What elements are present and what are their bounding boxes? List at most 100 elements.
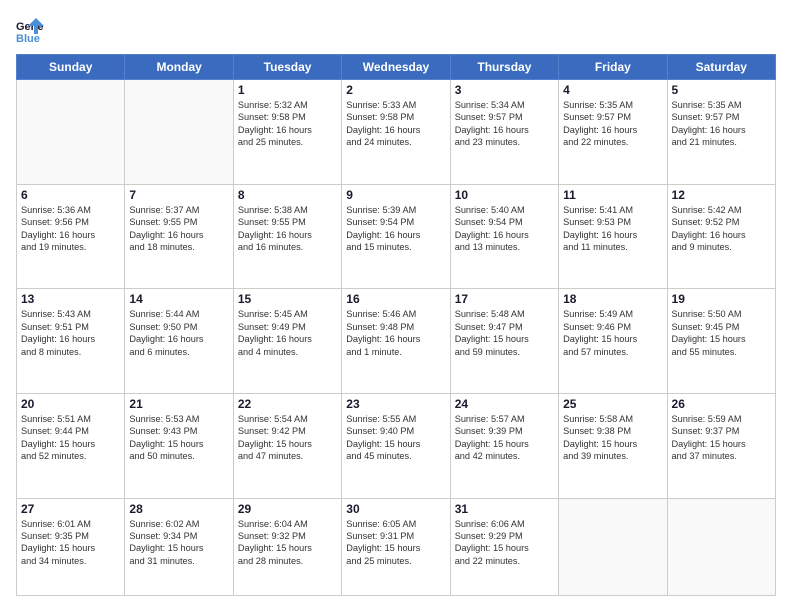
calendar-cell: 23 Sunrise: 5:55 AM Sunset: 9:40 PM Dayli… <box>342 393 450 498</box>
day-number: 13 <box>21 292 120 306</box>
calendar-cell: 19 Sunrise: 5:50 AM Sunset: 9:45 PM Dayli… <box>667 289 775 394</box>
calendar-cell: 25Sunrise: 5:58 AM Sunset: 9:38 PM Dayli… <box>559 393 667 498</box>
calendar-cell: 2 Sunrise: 5:33 AM Sunset: 9:58 PM Daylig… <box>342 80 450 185</box>
calendar-cell <box>667 498 775 595</box>
svg-text:Blue: Blue <box>16 33 40 44</box>
calendar-cell: 4Sunrise: 5:35 AM Sunset: 9:57 PM Daylig… <box>559 80 667 185</box>
calendar-cell: 11 Sunrise: 5:41 AM Sunset: 9:53 PM Dayli… <box>559 184 667 289</box>
cell-text: Sunrise: 6:04 AM Sunset: 9:32 PM Dayligh… <box>238 518 337 568</box>
day-number: 10 <box>455 188 554 202</box>
logo: General Blue <box>16 16 48 44</box>
calendar-cell: 28Sunrise: 6:02 AM Sunset: 9:34 PM Dayli… <box>125 498 233 595</box>
weekday-header: Monday <box>125 55 233 80</box>
weekday-header: Friday <box>559 55 667 80</box>
calendar-cell: 14 Sunrise: 5:44 AM Sunset: 9:50 PM Dayli… <box>125 289 233 394</box>
cell-text: Sunrise: 5:39 AM Sunset: 9:54 PM Dayligh… <box>346 204 445 254</box>
calendar-cell: 9 Sunrise: 5:39 AM Sunset: 9:54 PM Daylig… <box>342 184 450 289</box>
cell-text: Sunrise: 5:43 AM Sunset: 9:51 PM Dayligh… <box>21 308 120 358</box>
calendar-cell <box>17 80 125 185</box>
calendar-cell: 12 Sunrise: 5:42 AM Sunset: 9:52 PM Dayli… <box>667 184 775 289</box>
weekday-header: Saturday <box>667 55 775 80</box>
calendar-cell: 16 Sunrise: 5:46 AM Sunset: 9:48 PM Dayli… <box>342 289 450 394</box>
calendar-cell: 6 Sunrise: 5:36 AM Sunset: 9:56 PM Daylig… <box>17 184 125 289</box>
weekday-header: Sunday <box>17 55 125 80</box>
cell-text: Sunrise: 6:02 AM Sunset: 9:34 PM Dayligh… <box>129 518 228 568</box>
weekday-header: Wednesday <box>342 55 450 80</box>
cell-text: Sunrise: 5:37 AM Sunset: 9:55 PM Dayligh… <box>129 204 228 254</box>
cell-text: Sunrise: 5:36 AM Sunset: 9:56 PM Dayligh… <box>21 204 120 254</box>
calendar-cell <box>125 80 233 185</box>
cell-text: Sunrise: 5:34 AM Sunset: 9:57 PM Dayligh… <box>455 99 554 149</box>
cell-text: Sunrise: 5:50 AM Sunset: 9:45 PM Dayligh… <box>672 308 771 358</box>
cell-text: Sunrise: 5:40 AM Sunset: 9:54 PM Dayligh… <box>455 204 554 254</box>
calendar-cell: 27 Sunrise: 6:01 AM Sunset: 9:35 PM Dayli… <box>17 498 125 595</box>
day-number: 2 <box>346 83 445 97</box>
calendar-cell: 29 Sunrise: 6:04 AM Sunset: 9:32 PM Dayli… <box>233 498 341 595</box>
day-number: 14 <box>129 292 228 306</box>
calendar-cell: 1Sunrise: 5:32 AM Sunset: 9:58 PM Daylig… <box>233 80 341 185</box>
cell-text: Sunrise: 5:53 AM Sunset: 9:43 PM Dayligh… <box>129 413 228 463</box>
cell-text: Sunrise: 5:45 AM Sunset: 9:49 PM Dayligh… <box>238 308 337 358</box>
cell-text: Sunrise: 5:59 AM Sunset: 9:37 PM Dayligh… <box>672 413 771 463</box>
cell-text: Sunrise: 5:55 AM Sunset: 9:40 PM Dayligh… <box>346 413 445 463</box>
cell-text: Sunrise: 5:33 AM Sunset: 9:58 PM Dayligh… <box>346 99 445 149</box>
calendar-cell: 8 Sunrise: 5:38 AM Sunset: 9:55 PM Daylig… <box>233 184 341 289</box>
header: General Blue <box>16 16 776 44</box>
day-number: 24 <box>455 397 554 411</box>
calendar-cell: 3 Sunrise: 5:34 AM Sunset: 9:57 PM Daylig… <box>450 80 558 185</box>
day-number: 11 <box>563 188 662 202</box>
calendar-cell: 22 Sunrise: 5:54 AM Sunset: 9:42 PM Dayli… <box>233 393 341 498</box>
day-number: 5 <box>672 83 771 97</box>
day-number: 26 <box>672 397 771 411</box>
day-number: 21 <box>129 397 228 411</box>
day-number: 3 <box>455 83 554 97</box>
day-number: 30 <box>346 502 445 516</box>
calendar-cell: 30Sunrise: 6:05 AM Sunset: 9:31 PM Dayli… <box>342 498 450 595</box>
calendar-cell: 7 Sunrise: 5:37 AM Sunset: 9:55 PM Daylig… <box>125 184 233 289</box>
cell-text: Sunrise: 5:44 AM Sunset: 9:50 PM Dayligh… <box>129 308 228 358</box>
cell-text: Sunrise: 5:41 AM Sunset: 9:53 PM Dayligh… <box>563 204 662 254</box>
page: General Blue SundayMondayTuesdayWednesda… <box>0 0 792 612</box>
day-number: 25 <box>563 397 662 411</box>
day-number: 7 <box>129 188 228 202</box>
day-number: 1 <box>238 83 337 97</box>
cell-text: Sunrise: 6:01 AM Sunset: 9:35 PM Dayligh… <box>21 518 120 568</box>
cell-text: Sunrise: 5:42 AM Sunset: 9:52 PM Dayligh… <box>672 204 771 254</box>
calendar-cell <box>559 498 667 595</box>
calendar-cell: 10 Sunrise: 5:40 AM Sunset: 9:54 PM Dayli… <box>450 184 558 289</box>
calendar-cell: 24Sunrise: 5:57 AM Sunset: 9:39 PM Dayli… <box>450 393 558 498</box>
cell-text: Sunrise: 5:48 AM Sunset: 9:47 PM Dayligh… <box>455 308 554 358</box>
cell-text: Sunrise: 5:54 AM Sunset: 9:42 PM Dayligh… <box>238 413 337 463</box>
day-number: 23 <box>346 397 445 411</box>
cell-text: Sunrise: 5:51 AM Sunset: 9:44 PM Dayligh… <box>21 413 120 463</box>
calendar-cell: 21 Sunrise: 5:53 AM Sunset: 9:43 PM Dayli… <box>125 393 233 498</box>
day-number: 18 <box>563 292 662 306</box>
cell-text: Sunrise: 5:38 AM Sunset: 9:55 PM Dayligh… <box>238 204 337 254</box>
day-number: 9 <box>346 188 445 202</box>
calendar-table: SundayMondayTuesdayWednesdayThursdayFrid… <box>16 54 776 596</box>
logo-icon: General Blue <box>16 16 44 44</box>
day-number: 22 <box>238 397 337 411</box>
cell-text: Sunrise: 5:35 AM Sunset: 9:57 PM Dayligh… <box>563 99 662 149</box>
day-number: 16 <box>346 292 445 306</box>
calendar-cell: 18 Sunrise: 5:49 AM Sunset: 9:46 PM Dayli… <box>559 289 667 394</box>
cell-text: Sunrise: 6:06 AM Sunset: 9:29 PM Dayligh… <box>455 518 554 568</box>
weekday-header: Tuesday <box>233 55 341 80</box>
day-number: 17 <box>455 292 554 306</box>
calendar-cell: 5Sunrise: 5:35 AM Sunset: 9:57 PM Daylig… <box>667 80 775 185</box>
weekday-header: Thursday <box>450 55 558 80</box>
cell-text: Sunrise: 5:49 AM Sunset: 9:46 PM Dayligh… <box>563 308 662 358</box>
cell-text: Sunrise: 5:46 AM Sunset: 9:48 PM Dayligh… <box>346 308 445 358</box>
day-number: 19 <box>672 292 771 306</box>
day-number: 6 <box>21 188 120 202</box>
day-number: 12 <box>672 188 771 202</box>
calendar-cell: 26 Sunrise: 5:59 AM Sunset: 9:37 PM Dayli… <box>667 393 775 498</box>
calendar-cell: 17 Sunrise: 5:48 AM Sunset: 9:47 PM Dayli… <box>450 289 558 394</box>
day-number: 15 <box>238 292 337 306</box>
calendar-cell: 15 Sunrise: 5:45 AM Sunset: 9:49 PM Dayli… <box>233 289 341 394</box>
calendar-cell: 20Sunrise: 5:51 AM Sunset: 9:44 PM Dayli… <box>17 393 125 498</box>
day-number: 8 <box>238 188 337 202</box>
day-number: 27 <box>21 502 120 516</box>
calendar-cell: 31Sunrise: 6:06 AM Sunset: 9:29 PM Dayli… <box>450 498 558 595</box>
day-number: 29 <box>238 502 337 516</box>
